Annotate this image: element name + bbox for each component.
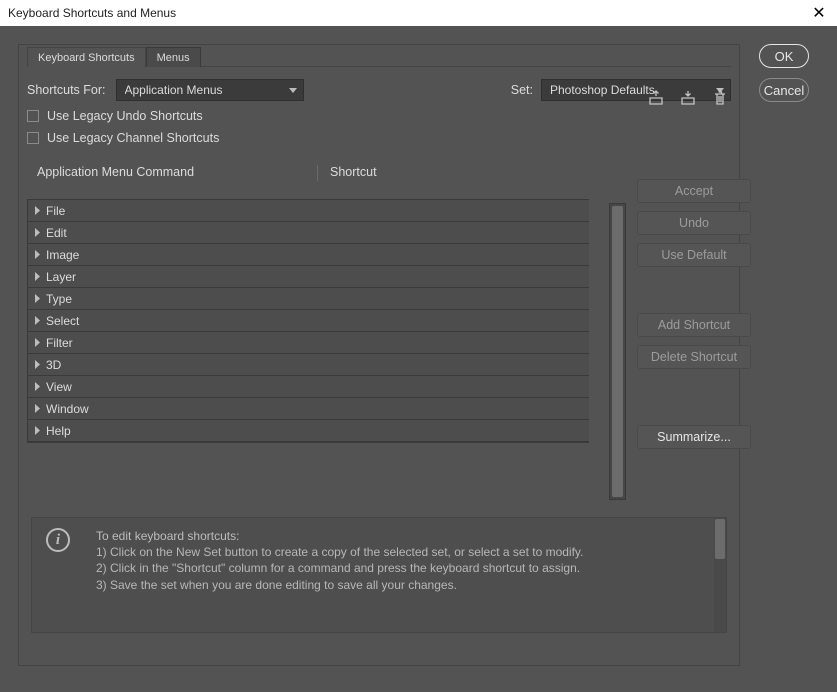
tree-item-layer[interactable]: Layer xyxy=(28,266,589,288)
tree-item-label: Edit xyxy=(46,226,67,240)
chevron-right-icon xyxy=(28,426,46,435)
tree-item-select[interactable]: Select xyxy=(28,310,589,332)
chevron-right-icon xyxy=(28,404,46,413)
column-shortcut: Shortcut xyxy=(324,165,377,181)
shortcuts-for-dropdown[interactable]: Application Menus xyxy=(116,79,304,101)
chevron-right-icon xyxy=(28,294,46,303)
tree-item-type[interactable]: Type xyxy=(28,288,589,310)
tree-scrollbar[interactable] xyxy=(609,203,626,500)
use-default-button[interactable]: Use Default xyxy=(637,243,751,267)
side-button-column: Accept Undo Use Default Add Shortcut Del… xyxy=(637,179,751,457)
legacy-undo-row: Use Legacy Undo Shortcuts xyxy=(27,109,731,123)
tab-bar: Keyboard Shortcuts Menus xyxy=(27,45,731,67)
dialog-content: OK Cancel Keyboard Shortcuts Menus Short… xyxy=(0,26,837,692)
tree-item-file[interactable]: File xyxy=(28,200,589,222)
tree-item-window[interactable]: Window xyxy=(28,398,589,420)
set-label: Set: xyxy=(511,83,533,97)
set-toolbar xyxy=(647,89,729,107)
dialog-button-column: OK Cancel xyxy=(759,44,823,112)
column-command: Application Menu Command xyxy=(27,165,317,181)
chevron-right-icon xyxy=(28,338,46,347)
tree-item-label: Image xyxy=(46,248,79,262)
tree-item-label: 3D xyxy=(46,358,61,372)
info-panel: i To edit keyboard shortcuts: 1) Click o… xyxy=(31,517,727,633)
close-icon[interactable]: ✕ xyxy=(809,3,829,23)
tree-item-view[interactable]: View xyxy=(28,376,589,398)
tree-item-label: Select xyxy=(46,314,79,328)
tree-item-label: Help xyxy=(46,424,71,438)
new-set-icon[interactable] xyxy=(647,89,665,107)
window-title: Keyboard Shortcuts and Menus xyxy=(8,6,176,20)
tree-item-edit[interactable]: Edit xyxy=(28,222,589,244)
info-text: To edit keyboard shortcuts: 1) Click on … xyxy=(96,528,583,622)
command-tree: File Edit Image Layer Type Select xyxy=(27,199,589,443)
main-panel: Keyboard Shortcuts Menus Shortcuts For: … xyxy=(18,44,740,666)
chevron-right-icon xyxy=(28,316,46,325)
scrollbar-thumb[interactable] xyxy=(612,206,623,497)
info-icon: i xyxy=(46,528,70,552)
tab-menus[interactable]: Menus xyxy=(146,47,201,67)
chevron-right-icon xyxy=(28,206,46,215)
chevron-right-icon xyxy=(28,250,46,259)
tree-item-label: Layer xyxy=(46,270,76,284)
scrollbar-thumb[interactable] xyxy=(715,519,725,559)
save-set-icon[interactable] xyxy=(679,89,697,107)
legacy-channel-checkbox[interactable] xyxy=(27,132,39,144)
list-header: Application Menu Command Shortcut xyxy=(27,165,731,181)
tree-item-filter[interactable]: Filter xyxy=(28,332,589,354)
chevron-right-icon xyxy=(28,382,46,391)
legacy-undo-label: Use Legacy Undo Shortcuts xyxy=(47,109,203,123)
info-line-3: 3) Save the set when you are done editin… xyxy=(96,577,583,593)
chevron-right-icon xyxy=(28,272,46,281)
tree-item-label: Window xyxy=(46,402,89,416)
tree-item-label: Type xyxy=(46,292,72,306)
shortcuts-for-label: Shortcuts For: xyxy=(27,83,106,97)
add-shortcut-button[interactable]: Add Shortcut xyxy=(637,313,751,337)
tree-item-label: File xyxy=(46,204,65,218)
column-divider xyxy=(317,165,318,181)
cancel-button[interactable]: Cancel xyxy=(759,78,809,102)
info-line-1: 1) Click on the New Set button to create… xyxy=(96,544,583,560)
delete-set-icon[interactable] xyxy=(711,89,729,107)
legacy-channel-label: Use Legacy Channel Shortcuts xyxy=(47,131,219,145)
undo-button[interactable]: Undo xyxy=(637,211,751,235)
tab-keyboard-shortcuts[interactable]: Keyboard Shortcuts xyxy=(27,47,146,67)
legacy-channel-row: Use Legacy Channel Shortcuts xyxy=(27,131,731,145)
tree-item-image[interactable]: Image xyxy=(28,244,589,266)
tree-item-label: Filter xyxy=(46,336,73,350)
legacy-undo-checkbox[interactable] xyxy=(27,110,39,122)
ok-button[interactable]: OK xyxy=(759,44,809,68)
summarize-button[interactable]: Summarize... xyxy=(637,425,751,449)
shortcuts-for-row: Shortcuts For: Application Menus Set: Ph… xyxy=(27,79,731,101)
tree-item-3d[interactable]: 3D xyxy=(28,354,589,376)
info-heading: To edit keyboard shortcuts: xyxy=(96,528,583,544)
delete-shortcut-button[interactable]: Delete Shortcut xyxy=(637,345,751,369)
info-line-2: 2) Click in the "Shortcut" column for a … xyxy=(96,560,583,576)
chevron-right-icon xyxy=(28,360,46,369)
tree-item-label: View xyxy=(46,380,72,394)
chevron-right-icon xyxy=(28,228,46,237)
tree-item-help[interactable]: Help xyxy=(28,420,589,442)
titlebar: Keyboard Shortcuts and Menus ✕ xyxy=(0,0,837,26)
info-scrollbar[interactable] xyxy=(714,518,726,632)
accept-button[interactable]: Accept xyxy=(637,179,751,203)
